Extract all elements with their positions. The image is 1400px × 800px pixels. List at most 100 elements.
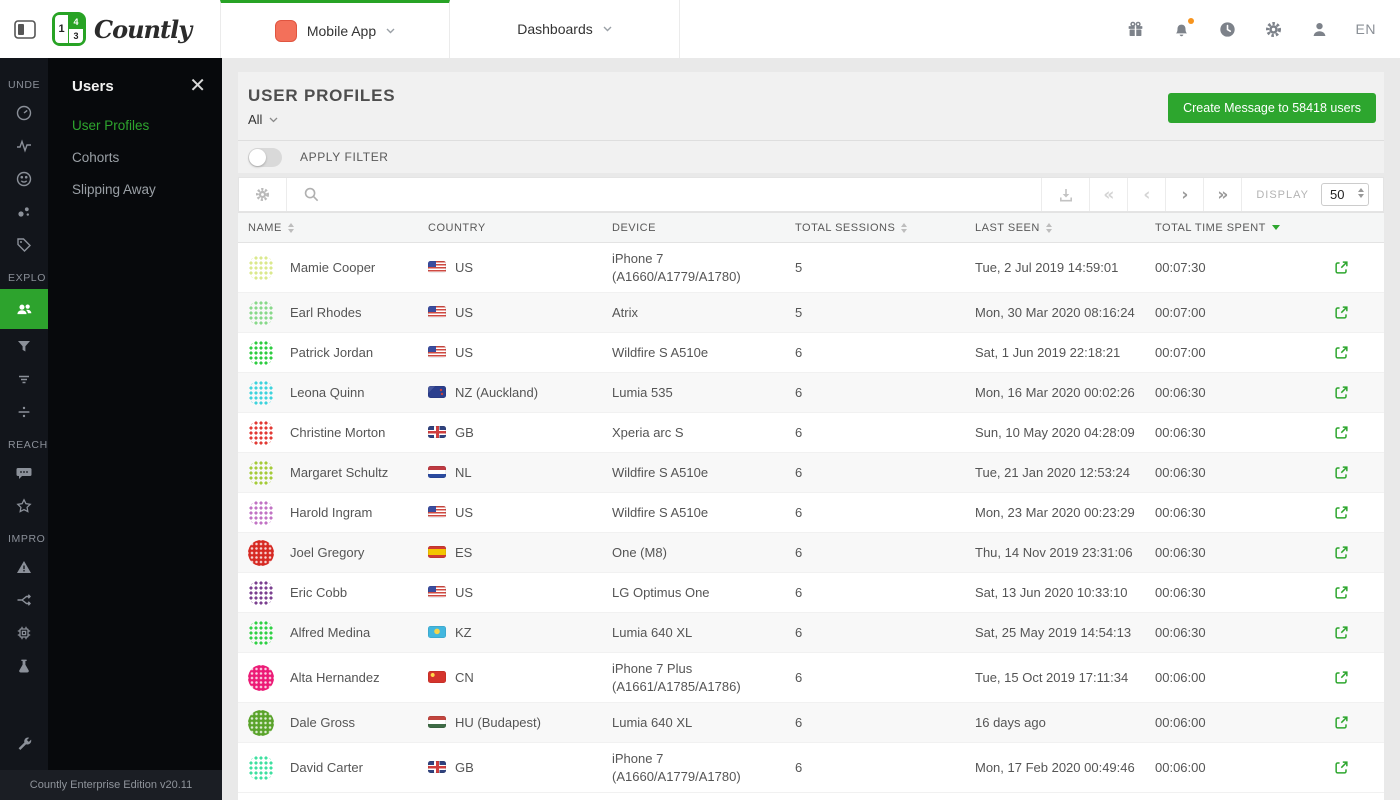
table-row[interactable]: Alta Hernandez CN iPhone 7 Plus (A1661/A… [238,653,1384,703]
country-flag-icon [428,626,446,639]
table-row[interactable]: Leona Quinn NZ (Auckland) Lumia 535 6 Mo… [238,373,1384,413]
last-page-icon[interactable]: » [1203,178,1241,211]
star-icon[interactable] [0,489,48,522]
table-row[interactable]: Margaret Schultz NL Wildfire S A510e 6 T… [238,453,1384,493]
app-selector-label: Mobile App [306,22,377,39]
smiley-icon[interactable] [0,162,48,195]
total-time-spent: 00:06:30 [1155,544,1206,560]
table-row[interactable]: David Carter GB iPhone 7 (A1660/A1779/A1… [238,743,1384,793]
open-profile-icon[interactable] [1334,260,1349,275]
table-row[interactable]: Joel Gregory ES One (M8) 6 Thu, 14 Nov 2… [238,533,1384,573]
device-name: One (M8) [612,544,667,560]
user-icon[interactable] [1310,20,1329,39]
flask-icon[interactable] [0,649,48,682]
bell-icon[interactable] [1172,17,1194,39]
sort-icon[interactable] [901,222,908,233]
country-code: GB [455,424,474,440]
tag-icon[interactable] [0,228,48,261]
next-page-icon[interactable]: › [1165,178,1203,211]
column-header[interactable]: NAME [248,222,294,234]
bubbles-icon[interactable] [0,195,48,228]
table-row[interactable]: Harold Ingram US Wildfire S A510e 6 Mon,… [238,493,1384,533]
wrench-icon[interactable] [0,727,48,760]
create-message-button[interactable]: Create Message to 58418 users [1168,93,1376,123]
user-name: Leona Quinn [290,384,365,400]
open-profile-icon[interactable] [1334,465,1349,480]
previous-page-icon[interactable]: ‹ [1127,178,1165,211]
divide-icon[interactable] [0,395,48,428]
chip-icon[interactable] [0,616,48,649]
sidebar-section-reach: REACH [8,439,48,451]
table-row[interactable]: Mamie Cooper US iPhone 7 (A1660/A1779/A1… [238,243,1384,293]
warning-icon[interactable] [0,550,48,583]
open-profile-icon[interactable] [1334,585,1349,600]
dashboards-label: Dashboards [517,21,593,37]
sidebar-section-explore: EXPLO [8,272,47,284]
column-header[interactable]: LAST SEEN [975,222,1155,234]
avatar [248,499,274,526]
gift-icon[interactable] [1126,20,1145,39]
sort-icon[interactable] [1045,222,1052,233]
open-profile-icon[interactable] [1334,505,1349,520]
total-sessions: 6 [795,714,803,730]
sort-desc-icon[interactable] [1271,225,1280,230]
stepper-arrows-icon[interactable] [1358,188,1364,198]
last-seen: Thu, 14 Nov 2019 23:31:06 [975,544,1133,560]
gear-icon[interactable] [1264,20,1283,39]
segment-dropdown[interactable]: All [248,112,278,127]
first-page-icon[interactable]: « [1089,178,1127,211]
table-row[interactable]: Dale Gross HU (Budapest) Lumia 640 XL 6 … [238,703,1384,743]
app-selector[interactable]: Mobile App [220,0,450,58]
country-flag-icon [428,426,446,439]
column-header[interactable]: TOTAL TIME SPENT [1155,222,1334,234]
total-time-spent: 00:06:00 [1155,759,1206,775]
chat-icon[interactable] [0,456,48,489]
user-name: Alta Hernandez [290,669,380,685]
language-selector[interactable]: EN [1356,21,1376,37]
sidebar-toggle-icon[interactable] [14,18,38,40]
last-seen: Sun, 10 May 2020 04:28:09 [975,424,1135,440]
clock-icon[interactable] [1218,20,1237,39]
speedometer-icon[interactable] [0,96,48,129]
table-row[interactable]: Earl Rhodes US Atrix 5 Mon, 30 Mar 2020 … [238,293,1384,333]
page-header: USER PROFILES All Create Message to 5841… [238,72,1384,140]
flyout-item-cohorts[interactable]: Cohorts [72,150,222,165]
users-icon[interactable] [0,289,48,329]
country-flag-icon [428,386,446,399]
apply-filter-toggle[interactable] [248,147,282,167]
open-profile-icon[interactable] [1334,345,1349,360]
flyout-item-slipping-away[interactable]: Slipping Away [72,182,222,197]
export-download-button[interactable] [1041,178,1089,211]
open-profile-icon[interactable] [1334,625,1349,640]
table-row[interactable]: Christine Morton GB Xperia arc S 6 Sun, … [238,413,1384,453]
version-footer: Countly Enterprise Edition v20.11 [0,770,222,800]
countly-app: 143 Countly Mobile App Dashboards EN UND… [0,0,1400,800]
dashboards-menu[interactable]: Dashboards [450,0,680,58]
sort-icon[interactable] [287,222,294,233]
filter-lines-icon[interactable] [0,362,48,395]
avatar [248,379,274,406]
countly-logo[interactable]: 143 Countly [52,12,192,46]
table-settings-button[interactable] [239,178,287,211]
pulse-icon[interactable] [0,129,48,162]
device-name: iPhone 7 (A1660/A1779/A1780) [612,750,741,784]
flyout-item-user-profiles[interactable]: User Profiles [72,118,222,133]
country-code: GB [455,759,474,775]
open-profile-icon[interactable] [1334,715,1349,730]
open-profile-icon[interactable] [1334,305,1349,320]
country-flag-icon [428,586,446,599]
open-profile-icon[interactable] [1334,670,1349,685]
open-profile-icon[interactable] [1334,545,1349,560]
column-header[interactable]: TOTAL SESSIONS [795,222,975,234]
table-row[interactable]: Eric Cobb US LG Optimus One 6 Sat, 13 Ju… [238,573,1384,613]
table-toolbar: « ‹ › » DISPLAY [238,177,1384,212]
open-profile-icon[interactable] [1334,385,1349,400]
search-button[interactable] [287,178,335,211]
table-row[interactable]: Alfred Medina KZ Lumia 640 XL 6 Sat, 25 … [238,613,1384,653]
flow-icon[interactable] [0,583,48,616]
open-profile-icon[interactable] [1334,760,1349,775]
funnel-icon[interactable] [0,329,48,362]
close-icon[interactable]: ✕ [189,76,206,96]
table-row[interactable]: Patrick Jordan US Wildfire S A510e 6 Sat… [238,333,1384,373]
open-profile-icon[interactable] [1334,425,1349,440]
